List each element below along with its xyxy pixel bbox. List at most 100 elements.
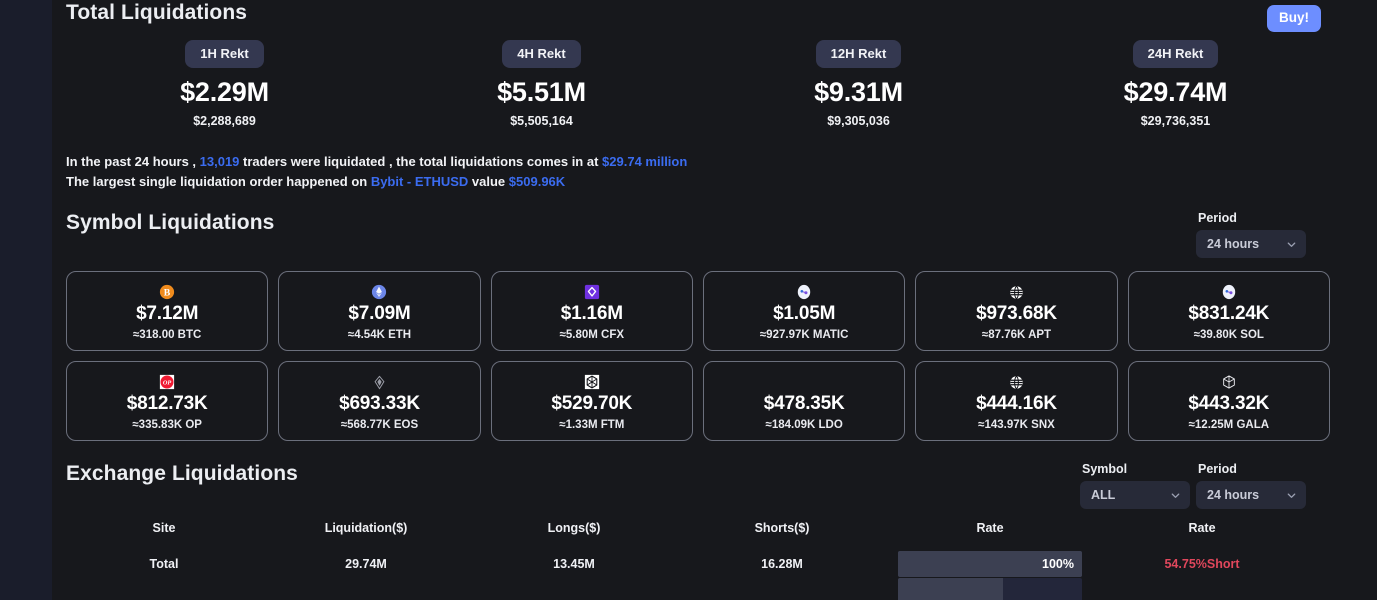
symbol-card-cfx[interactable]: $1.16M ≈5.80M CFX xyxy=(490,271,693,351)
stat-exact-12h: $9,305,036 xyxy=(827,114,890,128)
symbol-amount: $444.16K xyxy=(976,393,1057,415)
stat-chip-24h[interactable]: 24H Rekt xyxy=(1132,40,1219,68)
symbol-card-gala[interactable]: $443.32K ≈12.25M GALA xyxy=(1127,361,1330,441)
snx-icon xyxy=(1007,373,1025,391)
rate-progress-fill-partial xyxy=(898,578,1003,600)
symbol-card-apt[interactable]: $973.68K ≈87.76K APT xyxy=(915,271,1118,351)
symbol-amount: $478.35K xyxy=(763,393,845,415)
summary-text: In the past 24 hours , 13,019 traders we… xyxy=(66,152,687,192)
column-header-site: Site xyxy=(152,521,176,535)
svg-text:B: B xyxy=(164,288,171,299)
stat-chip-4h[interactable]: 4H Rekt xyxy=(502,40,581,68)
rate-progress-bar: 100% xyxy=(898,551,1082,577)
exchange-period-select[interactable]: 24 hours xyxy=(1196,481,1306,509)
symbol-amount: $7.09M xyxy=(348,303,411,325)
symbol-card-btc[interactable]: B $7.12M ≈318.00 BTC xyxy=(66,271,269,351)
symbol-card-ftm[interactable]: $529.70K ≈1.33M FTM xyxy=(490,361,693,441)
summary-2-b: value xyxy=(468,174,509,189)
stat-cell-4h: 4H Rekt $5.51M $5,505,164 xyxy=(383,40,700,128)
sol-icon xyxy=(1220,283,1238,301)
summary-largest-order: $509.96K xyxy=(508,174,566,189)
cell-long-short-ratio: 54.75%Short xyxy=(1164,557,1240,571)
symbol-card-eos[interactable]: $693.33K ≈568.77K EOS xyxy=(278,361,481,441)
op-icon: OP xyxy=(158,373,176,391)
symbol-amount: $443.32K xyxy=(1188,393,1270,415)
stat-amount-12h: $9.31M xyxy=(814,77,903,107)
left-gutter xyxy=(0,0,52,600)
summary-1-a: In the past 24 hours , xyxy=(66,154,200,169)
symbol-amount: $831.24K xyxy=(1188,303,1270,325)
exchange-period-label: Period xyxy=(1198,462,1237,476)
exchange-symbol-select[interactable]: ALL xyxy=(1080,481,1190,509)
rate-progress-bar-partial xyxy=(898,578,1082,600)
rate-progress-value: 100% xyxy=(1042,557,1074,571)
symbol-amount: $693.33K xyxy=(339,393,420,415)
stat-chip-1h[interactable]: 1H Rekt xyxy=(185,40,264,68)
gala-icon xyxy=(1220,373,1238,391)
symbol-quantity: ≈568.77K EOS xyxy=(340,418,419,431)
symbol-quantity: ≈927.97K MATIC xyxy=(759,328,849,341)
stat-amount-1h: $2.29M xyxy=(180,77,269,107)
exchange-symbol-value: ALL xyxy=(1091,488,1116,502)
cell-shorts: 16.28M xyxy=(761,557,803,571)
table-header-row: Site Liquidation($) Longs($) Shorts($) R… xyxy=(66,512,1330,544)
symbol-period-select[interactable]: 24 hours xyxy=(1196,230,1306,258)
stat-exact-4h: $5,505,164 xyxy=(510,114,573,128)
symbol-amount: $529.70K xyxy=(551,393,633,415)
cell-rate-bar: 100% xyxy=(886,551,1094,577)
column-header-shorts: Shorts($) xyxy=(754,521,810,535)
column-header-longs: Longs($) xyxy=(547,521,601,535)
cell-site: Total xyxy=(149,557,179,571)
symbol-period-value: 24 hours xyxy=(1207,237,1260,251)
chevron-down-icon xyxy=(1287,241,1296,247)
svg-text:OP: OP xyxy=(163,379,171,386)
exchange-table: Site Liquidation($) Longs($) Shorts($) R… xyxy=(66,512,1330,584)
cell-longs: 13.45M xyxy=(553,557,595,571)
symbol-quantity: ≈318.00 BTC xyxy=(133,328,202,341)
exchange-period-value: 24 hours xyxy=(1207,488,1260,502)
symbol-amount: $1.16M xyxy=(560,303,623,325)
symbol-amount: $1.05M xyxy=(773,303,836,325)
liquidations-page: Total Liquidations Buy! 1H Rekt $2.29M $… xyxy=(0,0,1377,600)
symbol-quantity: ≈5.80M CFX xyxy=(559,328,625,341)
matic-icon xyxy=(795,283,813,301)
symbol-quantity: ≈184.09K LDO xyxy=(765,418,843,431)
exchange-section-title: Exchange Liquidations xyxy=(66,462,298,485)
buy-button[interactable]: Buy! xyxy=(1267,5,1321,32)
symbol-period-label: Period xyxy=(1198,211,1237,225)
summary-exchange-pair[interactable]: Bybit - ETHUSD xyxy=(371,174,469,189)
column-header-rate-ratio: Rate xyxy=(1188,521,1216,535)
chevron-down-icon xyxy=(1287,492,1296,498)
column-header-liquidation: Liquidation($) xyxy=(324,521,408,535)
symbol-quantity: ≈87.76K APT xyxy=(981,328,1052,341)
ftm-icon xyxy=(583,373,601,391)
summary-line-1: In the past 24 hours , 13,019 traders we… xyxy=(66,152,687,172)
symbol-quantity: ≈12.25M GALA xyxy=(1188,418,1270,431)
btc-icon: B xyxy=(158,283,176,301)
stat-exact-24h: $29,736,351 xyxy=(1140,114,1211,128)
stat-chip-12h[interactable]: 12H Rekt xyxy=(815,40,902,68)
symbol-cards-grid: B $7.12M ≈318.00 BTC $7.09M ≈4.54K ETH $… xyxy=(66,271,1330,441)
column-header-rate: Rate xyxy=(976,521,1004,535)
symbol-card-op[interactable]: OP $812.73K ≈335.83K OP xyxy=(66,361,269,441)
stat-cell-24h: 24H Rekt $29.74M $29,736,351 xyxy=(1017,40,1334,128)
cell-rate-bar-partial xyxy=(886,578,1094,600)
stat-amount-4h: $5.51M xyxy=(497,77,586,107)
exchange-period-filter: Period 24 hours xyxy=(1196,462,1306,509)
symbol-card-snx[interactable]: $444.16K ≈143.97K SNX xyxy=(915,361,1118,441)
symbol-card-eth[interactable]: $7.09M ≈4.54K ETH xyxy=(278,271,481,351)
symbol-card-ldo[interactable]: $478.35K ≈184.09K LDO xyxy=(702,361,906,441)
symbol-card-sol[interactable]: $831.24K ≈39.80K SOL xyxy=(1127,271,1330,351)
symbol-quantity: ≈335.83K OP xyxy=(132,418,202,431)
exchange-symbol-filter: Symbol ALL xyxy=(1080,462,1190,509)
eth-icon xyxy=(370,283,388,301)
symbol-amount: $812.73K xyxy=(126,393,208,415)
cell-liquidation: 29.74M xyxy=(345,557,387,571)
symbol-card-matic[interactable]: $1.05M ≈927.97K MATIC xyxy=(702,271,906,351)
eos-icon xyxy=(370,373,388,391)
symbol-amount: $973.68K xyxy=(976,303,1057,325)
summary-line-2: The largest single liquidation order hap… xyxy=(66,172,687,192)
partial-row-grid xyxy=(66,578,1330,600)
cfx-icon xyxy=(583,283,601,301)
table-row-partial xyxy=(66,578,1330,600)
